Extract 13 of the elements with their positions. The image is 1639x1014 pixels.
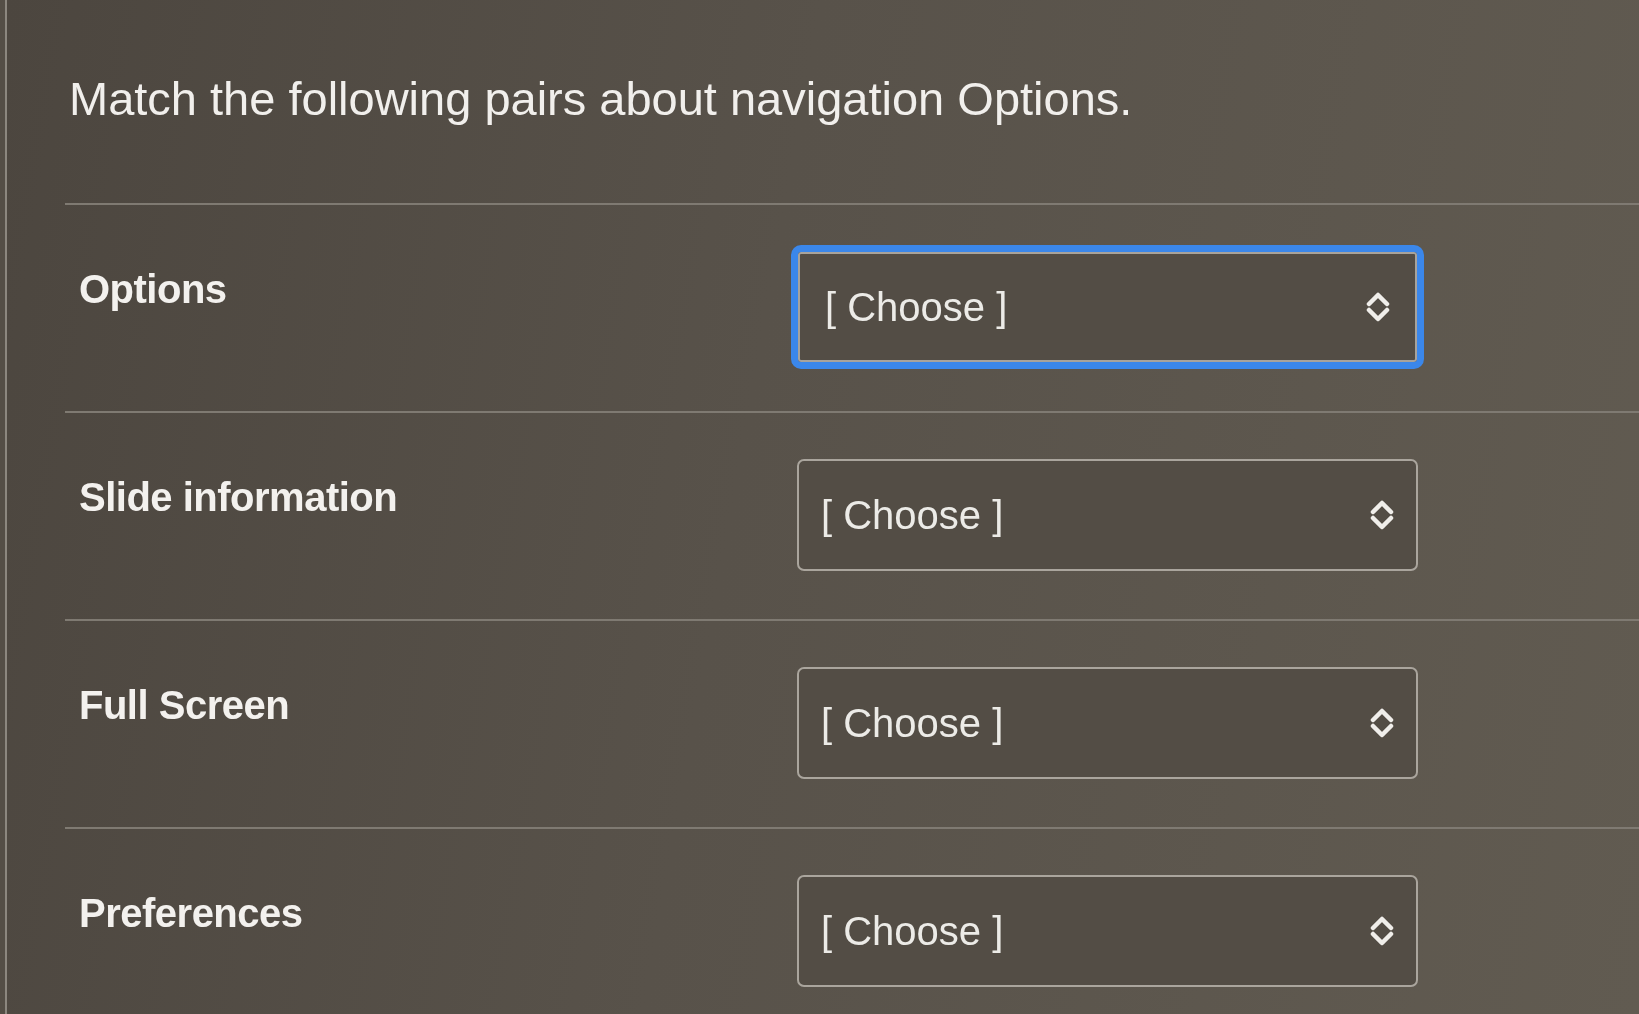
answer-dropdown[interactable]: [ Choose ] xyxy=(791,245,1424,369)
chevron-up-down-icon xyxy=(1370,500,1394,530)
chevron-up-down-icon xyxy=(1366,292,1390,322)
question-text: Match the following pairs about navigation Options. xyxy=(69,71,1134,127)
pair-label: Preferences xyxy=(79,890,303,937)
pair-label: Slide information xyxy=(79,474,398,521)
pair-label: Options xyxy=(79,266,227,313)
chevron-up-down-icon xyxy=(1370,916,1394,946)
pair-label: Full Screen xyxy=(79,682,290,729)
answer-dropdown[interactable]: [ Choose ] xyxy=(797,875,1418,987)
chevron-up-down-icon xyxy=(1370,708,1394,738)
answer-dropdown[interactable]: [ Choose ] xyxy=(797,459,1418,571)
answer-dropdown[interactable]: [ Choose ] xyxy=(797,667,1418,779)
